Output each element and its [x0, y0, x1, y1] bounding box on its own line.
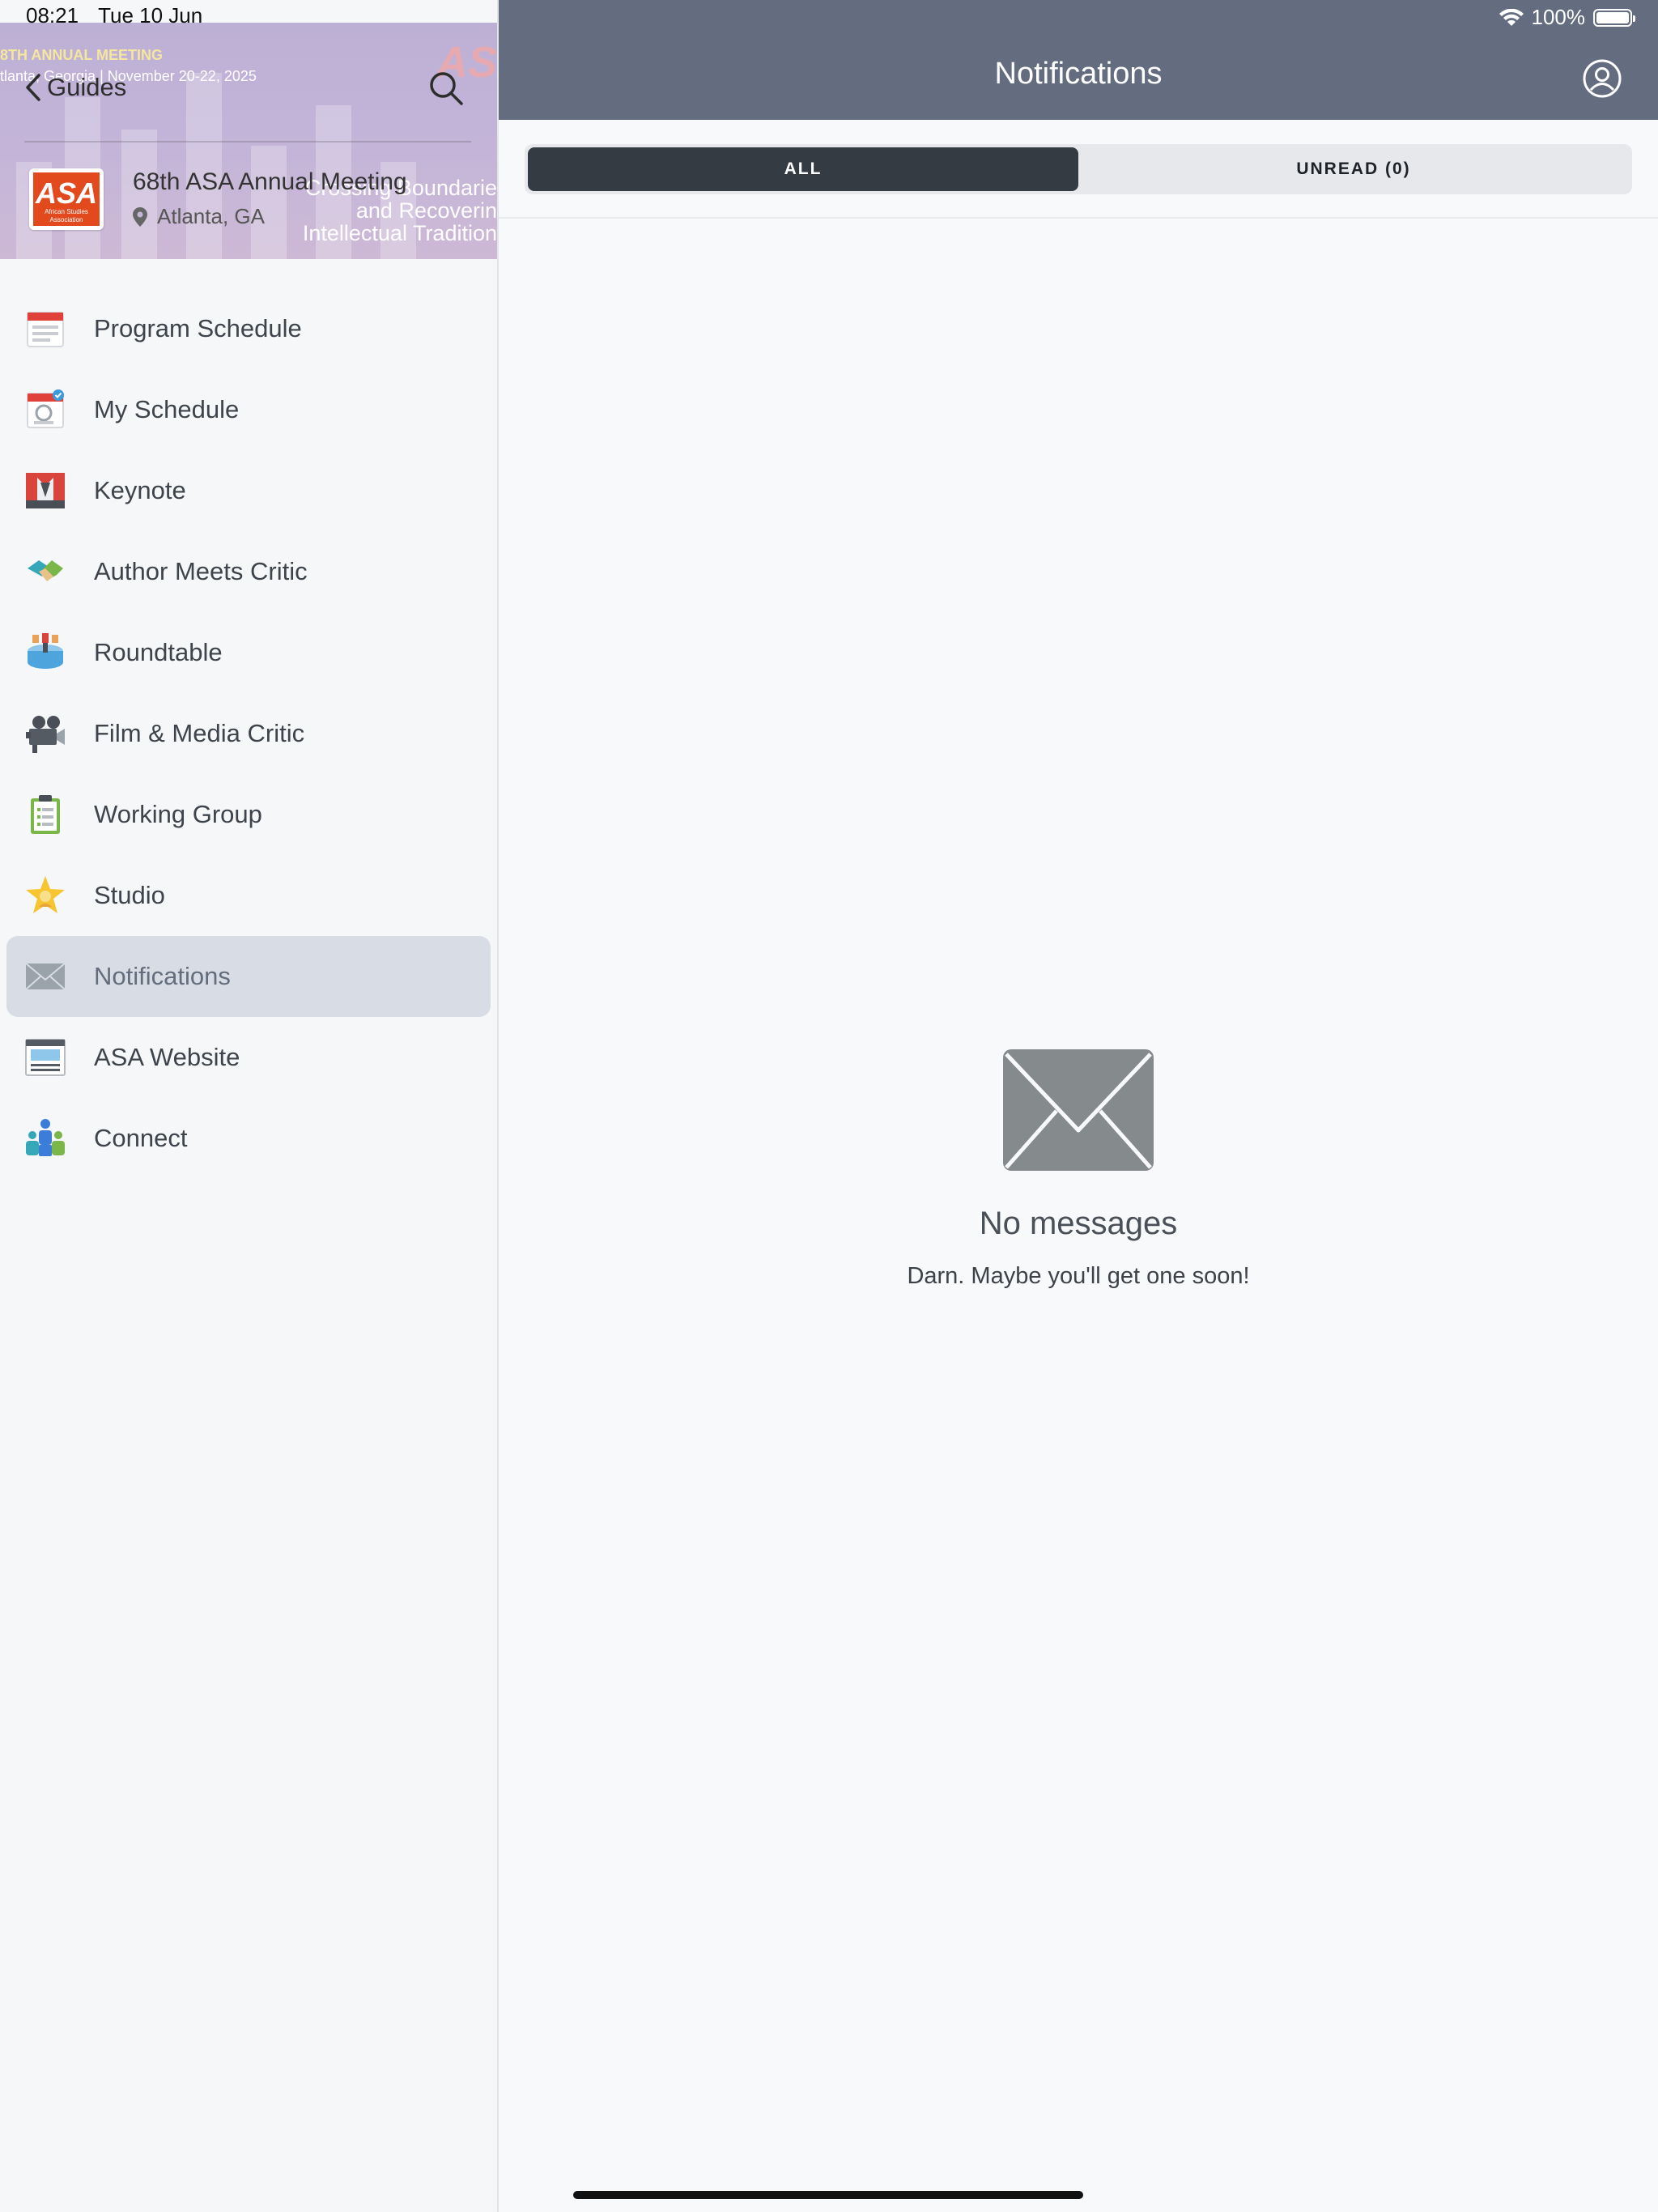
my-schedule-icon	[27, 389, 64, 428]
status-date: Tue 10 Jun	[98, 3, 203, 28]
people-icon	[26, 1119, 65, 1156]
sidebar-item-label: Studio	[94, 881, 165, 909]
sidebar-item-label: Author Meets Critic	[94, 557, 308, 585]
event-header: 8TH ANNUAL MEETING tlanta, Georgia | Nov…	[0, 23, 497, 259]
tagline-line: and Recoverin	[355, 198, 497, 223]
sidebar-item-label: Film & Media Critic	[94, 719, 305, 747]
sidebar-item-label: ASA Website	[94, 1043, 240, 1071]
sidebar-item-notifications[interactable]: Notifications	[6, 936, 491, 1017]
header-divider	[24, 141, 471, 143]
event-title: 68th ASA Annual Meeting	[133, 168, 407, 195]
battery-percent: 100%	[1531, 5, 1586, 29]
sidebar-menu: Program Schedule My Schedule Keynote Aut…	[0, 288, 497, 1179]
website-icon	[25, 1039, 66, 1076]
filter-bar: ALL UNREAD (0)	[499, 120, 1658, 219]
keynote-icon	[26, 473, 65, 508]
calendar-icon	[27, 312, 64, 347]
sidebar-item-working-group[interactable]: Working Group	[6, 774, 491, 855]
skyline-decor	[186, 73, 222, 259]
sidebar-item-my-schedule[interactable]: My Schedule	[6, 369, 491, 450]
sidebar-item-label: Working Group	[94, 800, 262, 828]
status-bar-time-date: 08:21 Tue 10 Jun	[26, 3, 202, 28]
tagline-line: Intellectual Tradition	[302, 221, 497, 245]
sidebar: 8TH ANNUAL MEETING tlanta, Georgia | Nov…	[0, 0, 499, 2212]
skyline-decor	[251, 146, 287, 259]
sidebar-item-studio[interactable]: Studio	[6, 855, 491, 936]
logo-text: ASA	[35, 177, 97, 210]
envelope-icon	[25, 963, 66, 990]
envelope-icon	[1003, 1049, 1154, 1171]
empty-state: No messages Darn. Maybe you'll get one s…	[499, 1049, 1658, 1290]
sidebar-item-label: Program Schedule	[94, 314, 302, 342]
empty-state-title: No messages	[979, 1206, 1178, 1241]
sidebar-item-film-media-critic[interactable]: Film & Media Critic	[6, 693, 491, 774]
event-location: Atlanta, GA	[133, 204, 265, 229]
banner-meeting-label: 8TH ANNUAL MEETING	[0, 47, 164, 63]
nav-bar: Notifications	[499, 0, 1658, 120]
back-button[interactable]: Guides	[24, 73, 126, 102]
profile-icon[interactable]	[1582, 58, 1622, 99]
back-label: Guides	[47, 73, 127, 101]
clipboard-icon	[31, 795, 60, 834]
status-time: 08:21	[26, 3, 79, 28]
logo-subtext: African Studies Association	[45, 208, 88, 223]
segmented-control: ALL UNREAD (0)	[525, 144, 1632, 194]
event-location-text: Atlanta, GA	[157, 204, 265, 228]
home-indicator[interactable]	[573, 2191, 1083, 2199]
sidebar-item-label: My Schedule	[94, 395, 240, 423]
sidebar-item-connect[interactable]: Connect	[6, 1098, 491, 1179]
star-icon	[26, 876, 65, 913]
sidebar-item-label: Keynote	[94, 476, 186, 504]
sidebar-item-asa-website[interactable]: ASA Website	[6, 1017, 491, 1098]
roundtable-icon	[28, 633, 63, 669]
tab-unread[interactable]: UNREAD (0)	[1078, 147, 1629, 191]
empty-state-subtitle: Darn. Maybe you'll get one soon!	[907, 1263, 1250, 1289]
sidebar-item-label: Notifications	[94, 962, 231, 990]
battery-icon	[1593, 8, 1635, 27]
status-bar-indicators: 100%	[1499, 5, 1635, 30]
battery-fill	[1596, 11, 1629, 23]
search-icon[interactable]	[427, 70, 465, 107]
page-title: Notifications	[994, 57, 1163, 91]
location-pin-icon	[133, 206, 147, 227]
sidebar-item-roundtable[interactable]: Roundtable	[6, 612, 491, 693]
sidebar-item-program-schedule[interactable]: Program Schedule	[6, 288, 491, 369]
wifi-icon	[1499, 8, 1524, 26]
sidebar-item-label: Connect	[94, 1124, 188, 1152]
sidebar-item-keynote[interactable]: Keynote	[6, 450, 491, 531]
chevron-left-icon	[26, 74, 40, 101]
film-camera-icon	[26, 716, 65, 753]
tab-all[interactable]: ALL	[528, 147, 1078, 191]
sidebar-item-label: Roundtable	[94, 638, 223, 666]
sidebar-item-author-meets-critic[interactable]: Author Meets Critic	[6, 531, 491, 612]
handshake-icon	[28, 560, 63, 581]
main-panel: Notifications ALL UNREAD (0) No messages…	[499, 0, 1658, 2212]
asa-logo: ASA African Studies Association	[29, 168, 104, 230]
